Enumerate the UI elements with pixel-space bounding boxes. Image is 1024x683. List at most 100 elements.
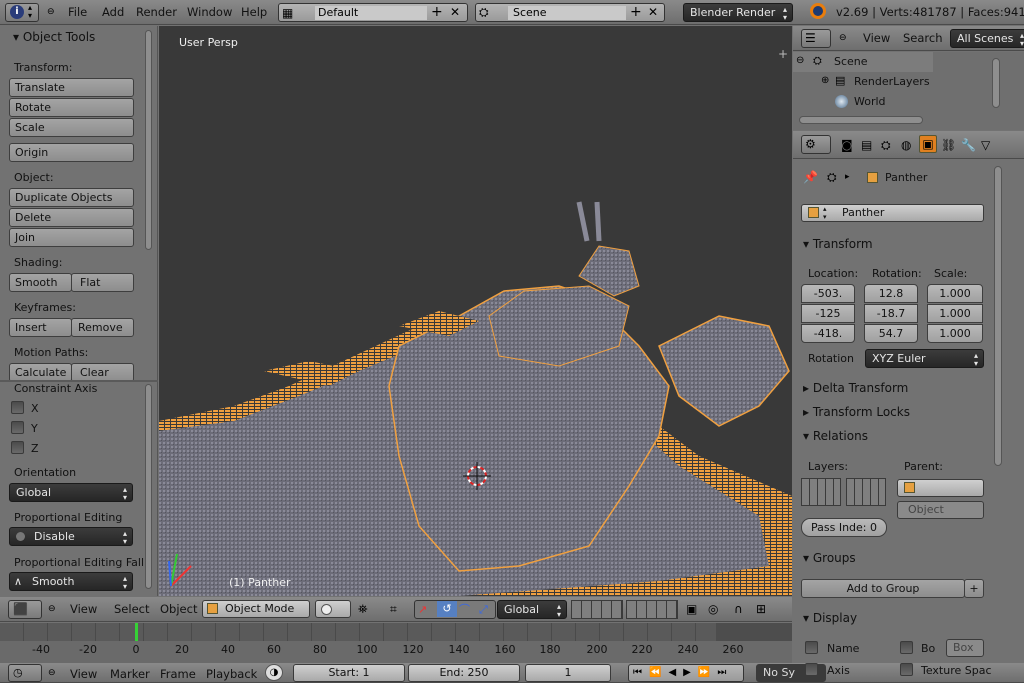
modifiers-tab-icon[interactable]: 🔧 (961, 137, 976, 153)
expand-icon[interactable]: ⊕ (821, 73, 829, 89)
outliner-menu-view[interactable]: View (863, 31, 890, 45)
scene-selector[interactable]: ⛭ Scene + ✕ (475, 3, 665, 22)
timeline-ruler[interactable] (0, 623, 792, 663)
delete-scene-icon[interactable]: ✕ (648, 4, 658, 20)
collapse-icon[interactable]: ⊖ (796, 53, 804, 69)
proportional-edit-icon[interactable]: ◎ (708, 601, 718, 617)
timeline-menu-playback[interactable]: Playback (206, 667, 257, 681)
collapse-menu-icon[interactable]: ⊖ (839, 30, 847, 46)
location-x-field[interactable]: -503. (801, 284, 855, 303)
add-scene-icon[interactable]: + (630, 4, 642, 20)
parent-type-select[interactable]: Object (897, 501, 984, 519)
scale-x-field[interactable]: 1.000 (927, 284, 983, 303)
world-tab-icon[interactable]: ◍ (901, 137, 911, 153)
translate-button[interactable]: Translate (9, 78, 134, 97)
next-keyframe-icon[interactable]: ⏩ (698, 667, 717, 678)
object-tools-header[interactable]: ▾ Object Tools (13, 30, 95, 44)
render-engine-select[interactable]: Blender Render (683, 3, 793, 22)
scale-z-field[interactable]: 1.000 (927, 324, 983, 343)
jump-start-icon[interactable]: ⏮ (633, 667, 649, 678)
layer-buttons-a[interactable] (571, 600, 623, 619)
display-name-checkbox[interactable] (805, 641, 818, 654)
rotation-z-field[interactable]: 54.7 (864, 324, 918, 343)
scale-handle-icon[interactable]: ⤢ (479, 602, 488, 618)
falloff-select[interactable]: ∧ Smooth (9, 572, 133, 591)
viewport-shading-select[interactable] (315, 600, 351, 618)
insert-keyframe-button[interactable]: Insert (9, 318, 72, 337)
translate-manipulator-icon[interactable]: ↗ (418, 602, 427, 618)
tool-shelf-scrollbar[interactable] (145, 30, 152, 250)
timeline-menu-frame[interactable]: Frame (160, 667, 196, 681)
menu-render[interactable]: Render (136, 5, 177, 19)
viewport-3d[interactable]: User Persp (1) Panther + (159, 26, 792, 596)
groups-panel-header[interactable]: ▾ Groups (803, 551, 989, 565)
constraint-z-checkbox[interactable] (11, 441, 24, 454)
current-frame-field[interactable]: 1 (525, 664, 611, 682)
collapse-menu-icon[interactable]: ⊖ (48, 601, 56, 617)
rotate-button[interactable]: Rotate (9, 98, 134, 117)
shade-smooth-button[interactable]: Smooth (9, 273, 72, 292)
delta-transform-panel-header[interactable]: ▸ Delta Transform (803, 381, 989, 395)
outliner-display-mode-select[interactable]: All Scenes (950, 29, 1024, 48)
delete-layout-icon[interactable]: ✕ (450, 4, 460, 20)
snap-element-icon[interactable]: ⊞ (756, 601, 766, 617)
scale-y-field[interactable]: 1.000 (927, 304, 983, 323)
delete-button[interactable]: Delete (9, 208, 134, 227)
proportional-editing-select[interactable]: Disable (9, 527, 133, 546)
properties-scrollbar[interactable] (994, 166, 1002, 466)
outliner-hscrollbar[interactable] (799, 116, 923, 124)
layout-name[interactable]: Default (315, 6, 427, 20)
pass-index-field[interactable]: Pass Inde: 0 (801, 518, 887, 537)
play-reverse-icon[interactable]: ◀ (668, 667, 683, 678)
data-tab-icon[interactable]: ▽ (981, 137, 990, 153)
render-layers-tab-icon[interactable]: ▤ (861, 137, 872, 153)
outliner-editor-type-button[interactable]: ☰ (801, 29, 831, 48)
remove-keyframe-button[interactable]: Remove (71, 318, 134, 337)
transform-panel-header[interactable]: ▾ Transform (803, 237, 989, 251)
outliner-row-renderlayers[interactable]: ⊕ ▤ RenderLayers (793, 72, 933, 92)
viewport-add-region-icon[interactable]: + (778, 46, 788, 62)
manipulator-icon[interactable]: ⌗ (390, 601, 397, 617)
parent-field[interactable] (897, 479, 984, 497)
constraints-tab-icon[interactable]: ⛓ (941, 137, 956, 153)
outliner-menu-search[interactable]: Search (903, 31, 943, 45)
properties-editor-type-button[interactable]: ⚙ (801, 135, 831, 154)
timeline-editor-type-button[interactable]: ◷ (8, 664, 42, 682)
display-axis-checkbox[interactable] (805, 663, 818, 676)
display-texture-space-checkbox[interactable] (900, 663, 913, 676)
origin-button[interactable]: Origin (9, 143, 134, 162)
info-editor-type-button[interactable]: i ▴ ▾ (5, 3, 39, 22)
current-frame-marker[interactable] (135, 623, 138, 641)
collapse-menu-icon[interactable]: ⊖ (47, 4, 55, 20)
relations-panel-header[interactable]: ▾ Relations (803, 429, 989, 443)
object-layers-grid-a[interactable] (801, 478, 841, 506)
view3d-menu-select[interactable]: Select (114, 602, 149, 616)
rotate-manipulator-icon[interactable]: ↺ (437, 601, 457, 617)
menu-add[interactable]: Add (102, 5, 124, 19)
location-y-field[interactable]: -125 (801, 304, 855, 323)
keying-clock-icon[interactable]: ◑ (265, 664, 283, 681)
menu-window[interactable]: Window (187, 5, 232, 19)
snap-magnet-icon[interactable]: ∩ (734, 601, 743, 617)
render-tab-icon[interactable]: ◙ (841, 137, 853, 153)
start-frame-field[interactable]: Start: 1 (293, 664, 405, 682)
view3d-editor-type-button[interactable]: ⬛ (8, 600, 42, 619)
join-button[interactable]: Join (9, 228, 134, 247)
add-to-group-button[interactable]: Add to Group (801, 579, 965, 598)
prev-keyframe-icon[interactable]: ⏪ (649, 667, 668, 678)
jump-end-icon[interactable]: ⏭ (717, 667, 733, 678)
display-bounds-checkbox[interactable] (900, 641, 913, 654)
transform-manipulators[interactable]: ↗ ↺ ⌒ ⤢ (414, 600, 496, 619)
scene-tab-icon[interactable]: ⛭ (881, 137, 891, 153)
outliner-row-scene[interactable]: ⊖ ⛭ Scene (793, 52, 933, 72)
orientation-select[interactable]: Global (9, 483, 133, 502)
scale-button[interactable]: Scale (9, 118, 134, 137)
object-name-field[interactable]: ▴ ▾ Panther (801, 204, 984, 222)
scene-name[interactable]: Scene (508, 6, 626, 20)
shade-flat-button[interactable]: Flat (71, 273, 134, 292)
menu-help[interactable]: Help (241, 5, 267, 19)
constraint-x-checkbox[interactable] (11, 401, 24, 414)
object-tab-icon[interactable]: ▣ (919, 135, 937, 153)
constraint-y-checkbox[interactable] (11, 421, 24, 434)
rotation-y-field[interactable]: -18.7 (864, 304, 918, 323)
